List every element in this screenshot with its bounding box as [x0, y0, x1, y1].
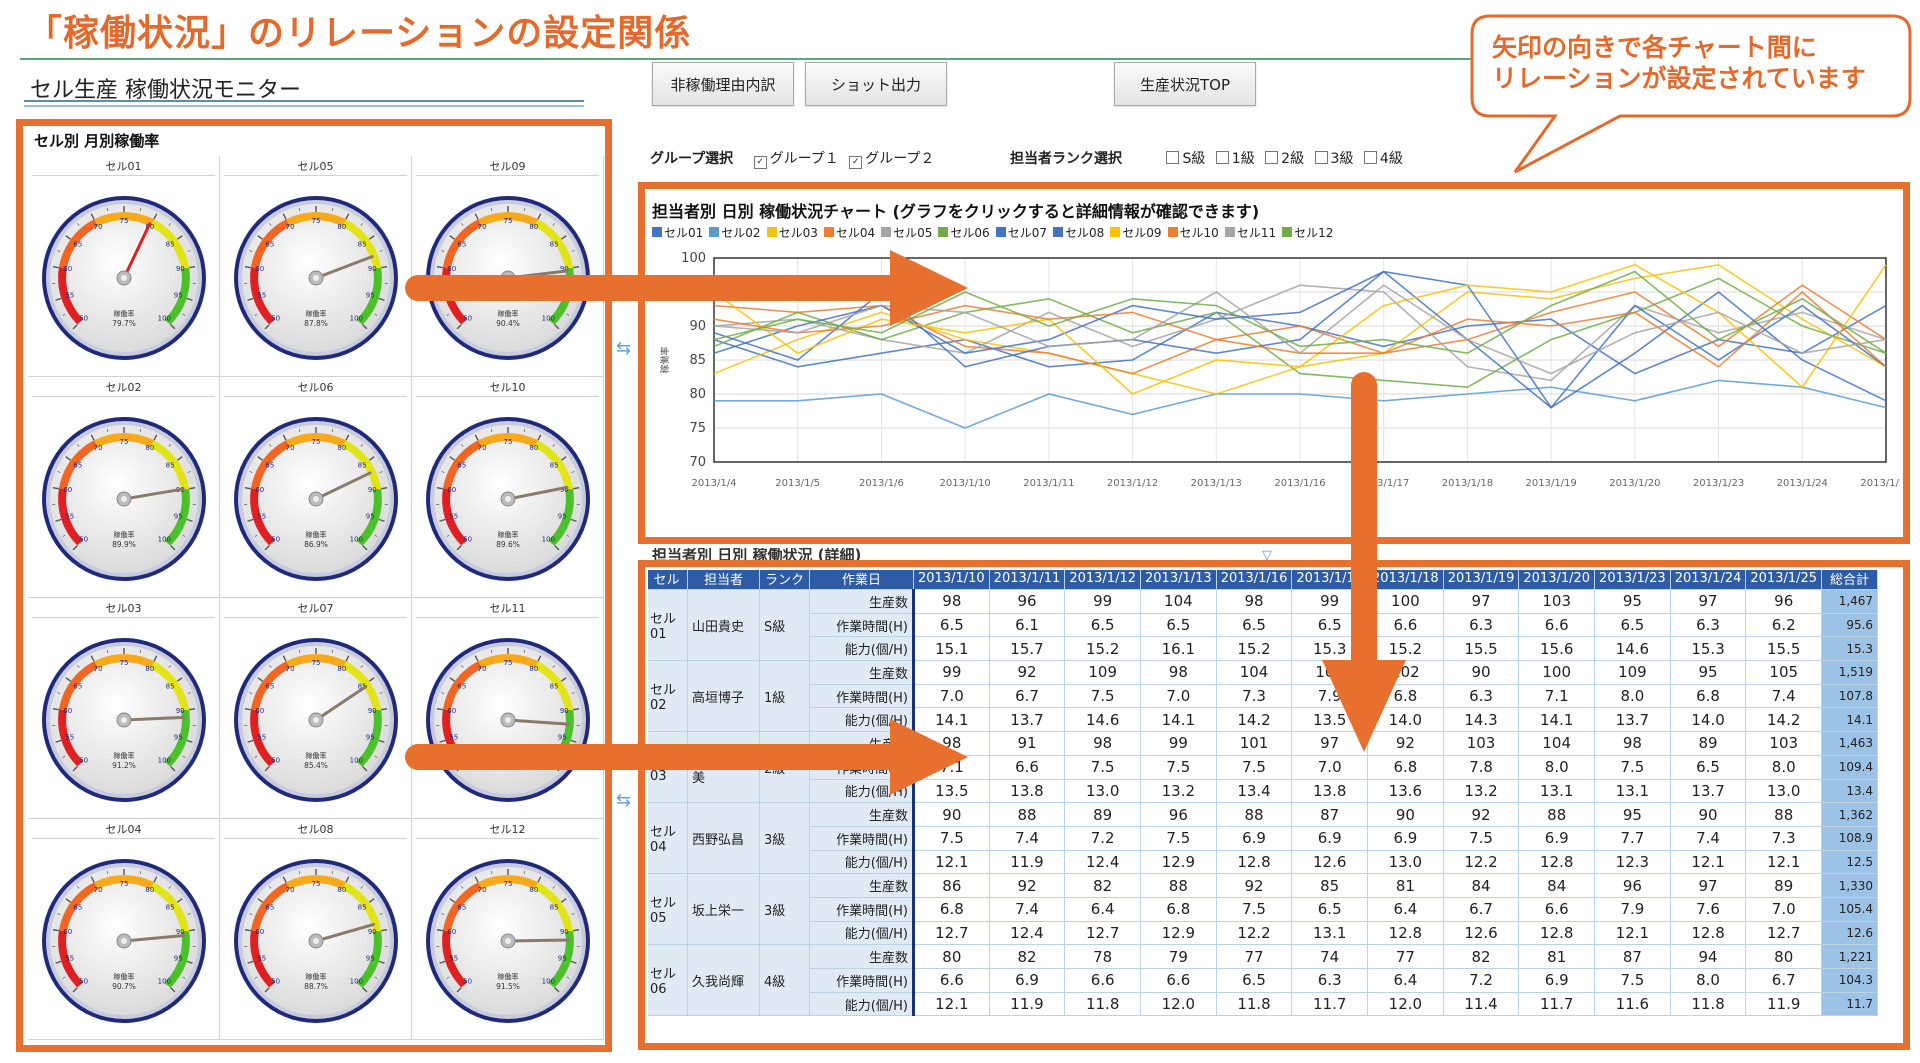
rank-1-label: 1級 — [1231, 151, 1255, 167]
callout-text: 矢印の向きで各チャート間に リレーションが設定されています — [1492, 33, 1866, 93]
rank-s-checkbox[interactable]: S級 — [1166, 151, 1205, 167]
rank-3-checkbox[interactable]: 3級 — [1314, 151, 1354, 167]
rank-2-checkbox[interactable]: 2級 — [1265, 151, 1304, 167]
rank-1-checkbox[interactable]: 1級 — [1215, 151, 1255, 167]
unchecked-icon — [1265, 151, 1279, 164]
downtime-reason-button[interactable]: 非稼働理由内訳 — [652, 62, 794, 106]
subtitle-underline — [24, 100, 584, 102]
unchecked-icon — [1363, 151, 1377, 164]
rank-4-checkbox[interactable]: 4級 — [1363, 151, 1403, 167]
rank-4-label: 4級 — [1379, 151, 1403, 167]
unchecked-icon — [1314, 151, 1328, 164]
splitter-handle-icon[interactable]: ⇆ — [616, 338, 631, 359]
production-top-button[interactable]: 生産状況TOP — [1114, 62, 1256, 106]
unchecked-icon — [1166, 151, 1180, 164]
splitter-handle-icon-2[interactable]: ⇆ — [616, 790, 631, 811]
checked-icon: ✓ — [753, 156, 767, 169]
group2-label: グループ２ — [865, 151, 935, 167]
checked-icon: ✓ — [849, 156, 863, 169]
group1-label: グループ１ — [769, 151, 839, 167]
rank-selector-label: 担当者ランク選択 — [1010, 151, 1122, 167]
rank-3-label: 3級 — [1330, 151, 1354, 167]
line-chart-highlight — [638, 182, 1910, 544]
rank-2-label: 2級 — [1281, 151, 1305, 167]
group-selector: グループ選択 ✓ グループ１ ✓ グループ２ — [650, 148, 934, 169]
shot-output-button[interactable]: ショット出力 — [805, 62, 947, 106]
detail-table-highlight — [638, 560, 1910, 1050]
group-selector-label: グループ選択 — [650, 151, 734, 167]
rank-s-label: S級 — [1182, 151, 1206, 167]
group1-checkbox[interactable]: ✓ グループ１ — [753, 151, 839, 169]
subtitle-underline-2 — [24, 105, 584, 107]
unchecked-icon — [1215, 151, 1229, 164]
group2-checkbox[interactable]: ✓ グループ２ — [849, 151, 935, 169]
rank-selector: 担当者ランク選択 S級 1級 2級 3級 4級 — [1010, 148, 1403, 168]
gauge-panel-highlight — [16, 119, 612, 1052]
